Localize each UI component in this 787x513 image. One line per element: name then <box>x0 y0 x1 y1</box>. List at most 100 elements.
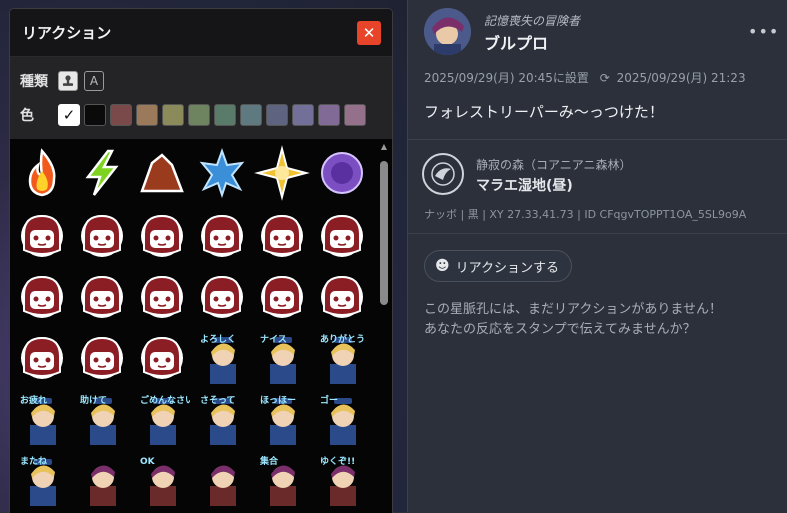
smile-plus-icon: ☻ <box>435 258 450 274</box>
color-swatch[interactable]: ✓ <box>58 104 80 126</box>
chara-girl2-icon <box>210 465 236 506</box>
type-text-button[interactable]: A <box>84 71 104 91</box>
scrollbar[interactable]: ▲ <box>378 141 390 511</box>
sticker-chara-mattane[interactable]: またね <box>14 450 70 506</box>
color-filter-row: 色 ✓ <box>20 103 382 127</box>
type-stamp-button[interactable] <box>58 71 78 91</box>
sticker-ice-star[interactable] <box>194 145 250 201</box>
sticker-grid: よろしく ナイス ありがとうお疲れ 助けて ごめんなさい さそって ほっほー ゴーまたね OK 集… <box>14 145 374 511</box>
chara-yukuzo-icon: ゆくぞ!! <box>320 456 356 506</box>
avatar-image <box>424 8 471 55</box>
sticker-face-surprise[interactable] <box>14 206 70 262</box>
sticker-chara-gomen[interactable]: ごめんなさい <box>134 389 190 445</box>
more-options-icon[interactable]: ••• <box>748 22 779 41</box>
sticker-face-grin[interactable] <box>134 267 190 323</box>
sticker-caption: さそって <box>200 395 236 406</box>
add-reaction-button[interactable]: ☻ リアクションする <box>424 250 572 282</box>
type-filter-row: 種類 A <box>20 69 382 93</box>
chara-nice-icon: ナイス <box>260 334 296 384</box>
sticker-caption: ありがとう <box>320 333 365 345</box>
sticker-caption: ごめんなさい <box>140 394 190 406</box>
sticker-chara-ok[interactable]: OK <box>134 450 190 506</box>
sticker-chara-nice[interactable]: ナイス <box>254 328 310 384</box>
panel-title: リアクション <box>22 24 112 42</box>
sticker-face-shock2[interactable] <box>74 328 130 384</box>
sticker-face-wonder[interactable] <box>74 267 130 323</box>
sticker-face-shocked[interactable] <box>314 206 370 262</box>
sticker-chara-girl2[interactable] <box>194 450 250 506</box>
sticker-dark-orb[interactable] <box>314 145 370 201</box>
sticker-face-sweat[interactable] <box>314 267 370 323</box>
color-swatch[interactable] <box>240 104 262 126</box>
sticker-chara-arigatou[interactable]: ありがとう <box>314 328 370 384</box>
color-swatch[interactable] <box>110 104 132 126</box>
color-swatch[interactable] <box>136 104 158 126</box>
sticker-chara-go[interactable]: ゴー <box>314 389 370 445</box>
color-swatch[interactable] <box>188 104 210 126</box>
panel-header: リアクション ✕ <box>10 9 392 57</box>
sticker-rock[interactable] <box>134 145 190 201</box>
sticker-fire[interactable] <box>14 145 70 201</box>
color-swatch[interactable] <box>266 104 288 126</box>
face-surprise-icon <box>21 214 63 257</box>
sticker-chara-sasotte[interactable]: さそって <box>194 389 250 445</box>
sticker-face-angry[interactable] <box>134 206 190 262</box>
color-swatch[interactable] <box>162 104 184 126</box>
sticker-chara-yukuzo[interactable]: ゆくぞ!! <box>314 450 370 506</box>
light-star-icon <box>254 145 310 201</box>
sticker-caption: ほっほー <box>260 395 296 406</box>
sticker-caption: ゆくぞ!! <box>320 456 355 467</box>
author-name[interactable]: ブルプロ <box>484 30 548 54</box>
color-swatch[interactable] <box>318 104 340 126</box>
face-wonder-icon <box>81 275 123 318</box>
author-subtitle: 記憶喪失の冒険者 <box>484 14 581 28</box>
face-angry-icon <box>141 214 183 257</box>
chara-sasotte-icon: さそって <box>200 395 236 445</box>
divider-1 <box>408 139 787 140</box>
color-swatches: ✓ <box>58 104 370 126</box>
sticker-chara-otsukare[interactable]: お疲れ <box>14 389 70 445</box>
stamp-icon <box>63 75 73 86</box>
empty-line-1: この星脈孔には、まだリアクションがありません！ <box>424 302 722 317</box>
check-icon: ✓ <box>62 106 76 124</box>
sticker-face-heart[interactable] <box>134 328 190 384</box>
updated-time: 2025/09/29(月) 21:23 <box>616 71 746 85</box>
scroll-up-icon[interactable]: ▲ <box>378 141 390 153</box>
avatar[interactable] <box>424 8 471 55</box>
face-crown-icon <box>201 214 243 257</box>
post-detail: 記憶喪失の冒険者 ブルプロ ••• 2025/09/29(月) 20:45に設置… <box>408 0 787 512</box>
sticker-chara-meeting[interactable]: 集合 <box>254 450 310 506</box>
color-swatch[interactable] <box>84 104 106 126</box>
face-heart-icon <box>141 336 183 379</box>
location-name[interactable]: マラエ湿地(昼) <box>476 175 573 195</box>
sticker-light-star[interactable] <box>254 145 310 201</box>
sticker-chara-girl1[interactable] <box>74 450 130 506</box>
color-swatch[interactable] <box>344 104 366 126</box>
chara-hoi-icon: ほっほー <box>260 395 296 445</box>
sticker-face-halo[interactable] <box>14 328 70 384</box>
color-swatch[interactable] <box>214 104 236 126</box>
chara-meeting-icon: 集合 <box>259 455 296 506</box>
color-swatch[interactable] <box>292 104 314 126</box>
chara-otsukare-icon: お疲れ <box>20 394 56 445</box>
sticker-face-crown[interactable] <box>194 206 250 262</box>
sticker-face-annoyed[interactable] <box>254 206 310 262</box>
sticker-face-love[interactable] <box>194 267 250 323</box>
sticker-chara-yoroshiku[interactable]: よろしく <box>194 328 250 384</box>
close-button[interactable]: ✕ <box>357 20 381 45</box>
empty-reactions-message: この星脈孔には、まだリアクションがありません！ あなたの反応をスタンプで伝えてみ… <box>424 300 722 340</box>
lightning-icon <box>85 149 119 196</box>
sticker-face-happy[interactable] <box>254 267 310 323</box>
sticker-face-confused[interactable] <box>74 206 130 262</box>
fire-icon <box>28 148 56 197</box>
face-confused-icon <box>81 214 123 257</box>
sticker-chara-tasukete[interactable]: 助けて <box>74 389 130 445</box>
location-meta: ナッボ | 黒 | XY 27.33,41.73 | ID CFqgvTOPPT… <box>424 208 747 221</box>
sticker-face-steam[interactable] <box>14 267 70 323</box>
sticker-chara-hoi[interactable]: ほっほー <box>254 389 310 445</box>
face-sweat-icon <box>321 275 363 318</box>
sticker-lightning[interactable] <box>74 145 130 201</box>
post-text: フォレストリーパーみ〜っつけた！ <box>424 103 664 121</box>
scroll-thumb[interactable] <box>380 161 388 305</box>
type-label: 種類 <box>20 74 48 90</box>
